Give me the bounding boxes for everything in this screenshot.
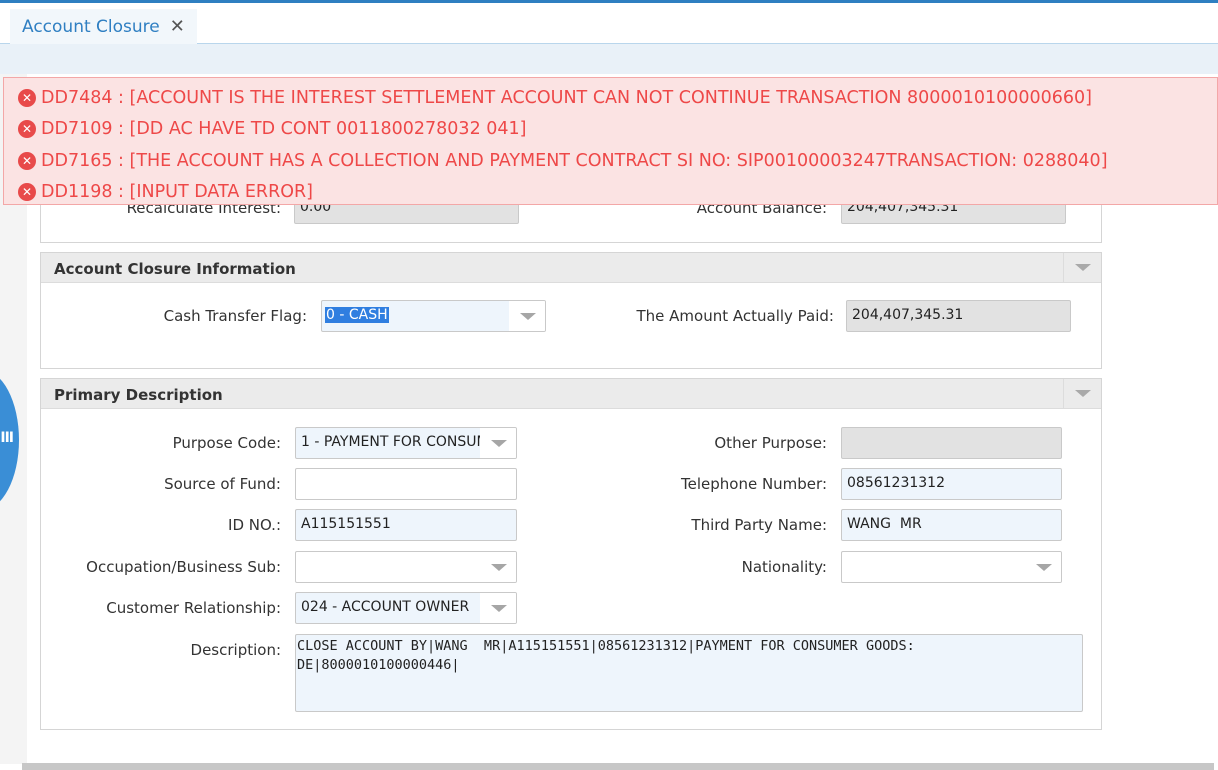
- telephone-number-label: Telephone Number:: [681, 475, 827, 493]
- error-message: ✕ DD1198 : [INPUT DATA ERROR]: [4, 177, 1217, 209]
- close-icon[interactable]: ✕: [170, 16, 185, 37]
- nationality-select[interactable]: [841, 551, 1062, 583]
- chevron-down-icon[interactable]: [509, 301, 545, 331]
- telephone-number-input[interactable]: 08561231312: [841, 468, 1062, 500]
- purpose-code-label: Purpose Code:: [172, 434, 281, 452]
- error-message: ✕ DD7484 : [ACCOUNT IS THE INTEREST SETT…: [4, 82, 1217, 114]
- panel-header[interactable]: Primary Description: [41, 379, 1101, 409]
- third-party-name-label: Third Party Name:: [691, 516, 827, 534]
- error-text: DD7165 : [THE ACCOUNT HAS A COLLECTION A…: [41, 150, 1108, 171]
- toolbar-strip: [0, 44, 1218, 74]
- other-purpose-field[interactable]: [841, 427, 1062, 459]
- customer-relationship-select[interactable]: 024 - ACCOUNT OWNER: [295, 592, 517, 624]
- tab-bar: Account Closure ✕: [0, 3, 1218, 44]
- error-icon: ✕: [18, 183, 36, 202]
- source-of-fund-label: Source of Fund:: [164, 475, 281, 493]
- panel-title: Primary Description: [54, 386, 223, 404]
- panel-title: Account Closure Information: [54, 260, 296, 278]
- third-party-name-input[interactable]: WANG MR: [841, 509, 1062, 541]
- account-closure-panel: Account Closure Information Cash Transfe…: [40, 252, 1102, 369]
- primary-description-panel: Primary Description Purpose Code: 1 - PA…: [40, 378, 1102, 730]
- error-icon: ✕: [18, 151, 36, 170]
- tab-label: Account Closure: [22, 16, 160, 37]
- chevron-down-icon[interactable]: [480, 428, 516, 458]
- customer-relationship-label: Customer Relationship:: [106, 599, 281, 617]
- cash-transfer-flag-label: Cash Transfer Flag:: [163, 307, 307, 325]
- cash-transfer-flag-select[interactable]: 0 - CASH: [321, 300, 546, 332]
- error-text: DD1198 : [INPUT DATA ERROR]: [41, 182, 313, 203]
- error-message: ✕ DD7109 : [DD AC HAVE TD CONT 001180027…: [4, 114, 1217, 146]
- amount-paid-field[interactable]: 204,407,345.31: [846, 300, 1071, 332]
- chevron-down-icon[interactable]: [1063, 379, 1101, 408]
- chevron-down-icon[interactable]: [480, 552, 516, 582]
- error-message: ✕ DD7165 : [THE ACCOUNT HAS A COLLECTION…: [4, 145, 1217, 177]
- menu-icon: III: [0, 430, 14, 446]
- error-text: DD7109 : [DD AC HAVE TD CONT 00118002780…: [41, 119, 527, 140]
- horizontal-scrollbar[interactable]: [22, 763, 1214, 770]
- id-no-input[interactable]: A115151551: [295, 509, 517, 541]
- occupation-label: Occupation/Business Sub:: [86, 558, 281, 576]
- cash-transfer-flag-value: 0 - CASH: [325, 307, 389, 323]
- third-party-name-value: WANG MR: [847, 516, 922, 532]
- purpose-code-select[interactable]: 1 - PAYMENT FOR CONSUMER GOODS: [295, 427, 517, 459]
- nationality-label: Nationality:: [741, 558, 827, 576]
- chevron-down-icon[interactable]: [1025, 552, 1061, 582]
- source-of-fund-input[interactable]: [295, 468, 517, 500]
- occupation-select[interactable]: [295, 551, 517, 583]
- other-purpose-label: Other Purpose:: [714, 434, 827, 452]
- tab-account-closure[interactable]: Account Closure ✕: [10, 9, 197, 44]
- id-no-label: ID NO.:: [228, 516, 281, 534]
- description-label: Description:: [190, 641, 281, 659]
- error-icon: ✕: [18, 120, 36, 139]
- panel-header[interactable]: Account Closure Information: [41, 253, 1101, 283]
- customer-relationship-value: 024 - ACCOUNT OWNER: [301, 599, 470, 615]
- error-message-box: ✕ DD7484 : [ACCOUNT IS THE INTEREST SETT…: [3, 77, 1218, 205]
- amount-paid-label: The Amount Actually Paid:: [636, 307, 835, 325]
- error-icon: ✕: [18, 88, 36, 107]
- chevron-down-icon[interactable]: [480, 593, 516, 623]
- description-textarea[interactable]: CLOSE ACCOUNT BY|WANG MR|A115151551|0856…: [295, 634, 1083, 712]
- chevron-down-icon[interactable]: [1063, 253, 1101, 282]
- error-text: DD7484 : [ACCOUNT IS THE INTEREST SETTLE…: [41, 87, 1092, 108]
